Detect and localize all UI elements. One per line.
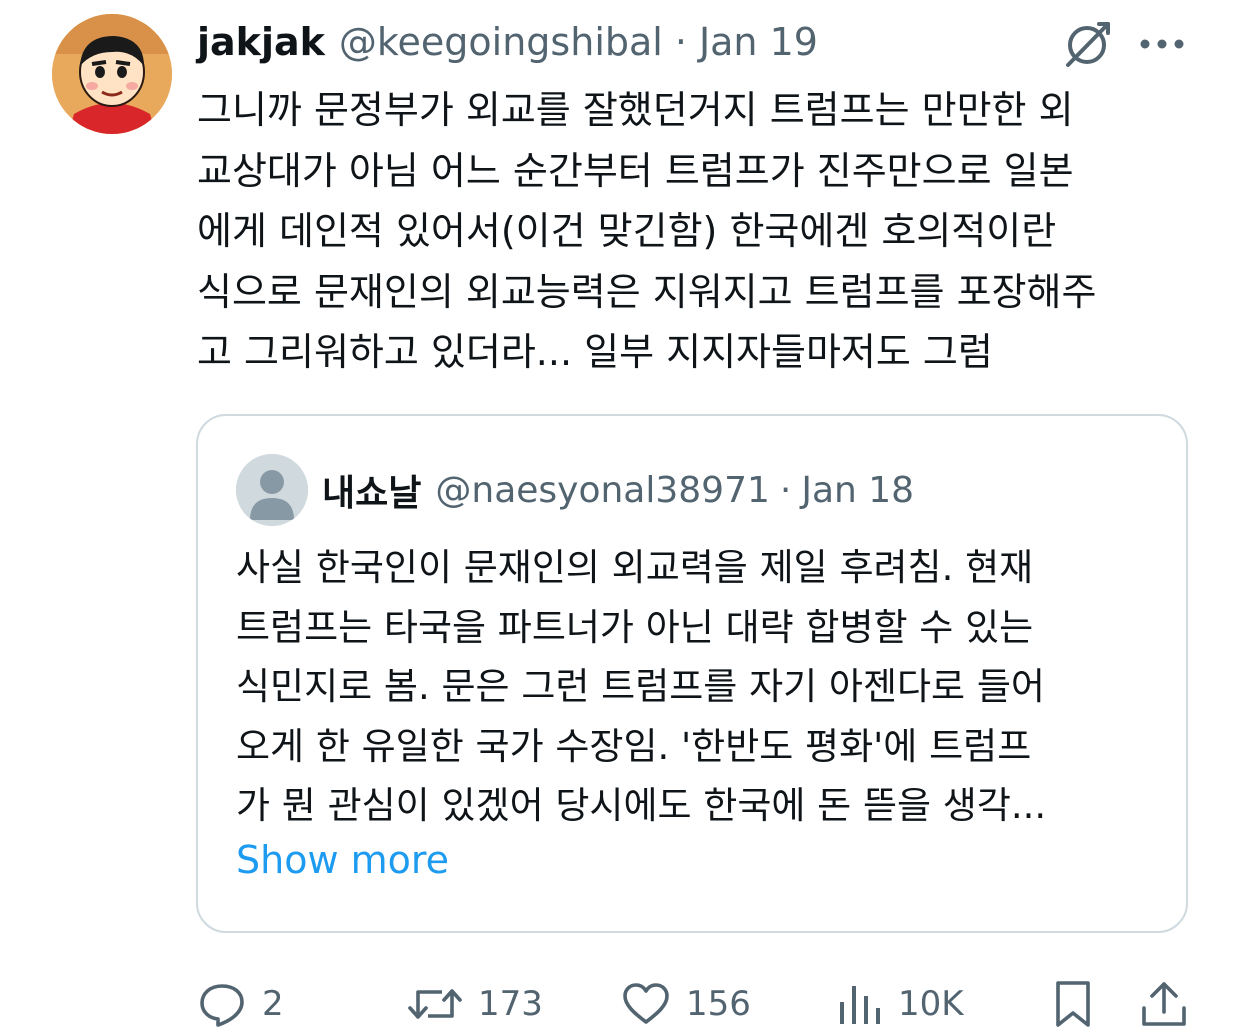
tweet-text: 그니까 문정부가 외교를 잘했던거지 트럼프는 만만한 외 교상대가 아님 어느…	[197, 88, 1097, 374]
show-more-link[interactable]: Show more	[236, 838, 449, 882]
bookmark-button[interactable]	[1050, 976, 1096, 1032]
repost-count: 173	[478, 984, 543, 1024]
reply-button[interactable]: 2	[196, 976, 284, 1032]
like-count: 156	[686, 984, 751, 1024]
quoted-author-handle[interactable]: @naesyonal38971	[435, 470, 770, 511]
more-icon[interactable]	[1136, 26, 1188, 62]
bookmark-icon	[1056, 981, 1090, 1027]
quoted-author-avatar[interactable]	[236, 454, 308, 526]
header-separator: ·	[674, 20, 687, 64]
views-count: 10K	[898, 984, 964, 1024]
quoted-header-separator: ·	[779, 469, 792, 511]
grok-icon[interactable]	[1060, 18, 1114, 72]
share-icon	[1142, 982, 1186, 1026]
tweet-header: jakjak @keegoingshibal · Jan 19	[197, 14, 818, 70]
share-button[interactable]	[1138, 976, 1190, 1032]
quoted-tweet-card[interactable]: 내쇼날 @naesyonal38971 · Jan 18 사실 한국인이 문재인…	[196, 414, 1188, 933]
quoted-tweet-date[interactable]: Jan 18	[801, 470, 914, 511]
like-button[interactable]: 156	[620, 976, 751, 1032]
author-handle[interactable]: @keegoingshibal	[339, 20, 663, 64]
reply-icon	[200, 984, 244, 1027]
tweet-date[interactable]: Jan 19	[699, 20, 818, 64]
quoted-tweet-text: 사실 한국인이 문재인의 외교력을 제일 후려침. 현재 트럼프는 타국을 파트…	[236, 546, 1047, 827]
repost-icon	[408, 989, 462, 1019]
reply-count: 2	[262, 984, 284, 1024]
avatar-image	[52, 14, 172, 134]
repost-button[interactable]: 173	[406, 976, 543, 1032]
views-button[interactable]: 10K	[836, 976, 964, 1032]
default-avatar-icon	[236, 454, 308, 526]
like-icon	[623, 983, 669, 1024]
quoted-tweet-header: 내쇼날 @naesyonal38971 · Jan 18	[322, 462, 914, 518]
views-icon	[840, 986, 880, 1024]
author-name[interactable]: jakjak	[197, 20, 325, 64]
quoted-author-name[interactable]: 내쇼날	[322, 464, 421, 516]
author-avatar[interactable]	[52, 14, 172, 134]
